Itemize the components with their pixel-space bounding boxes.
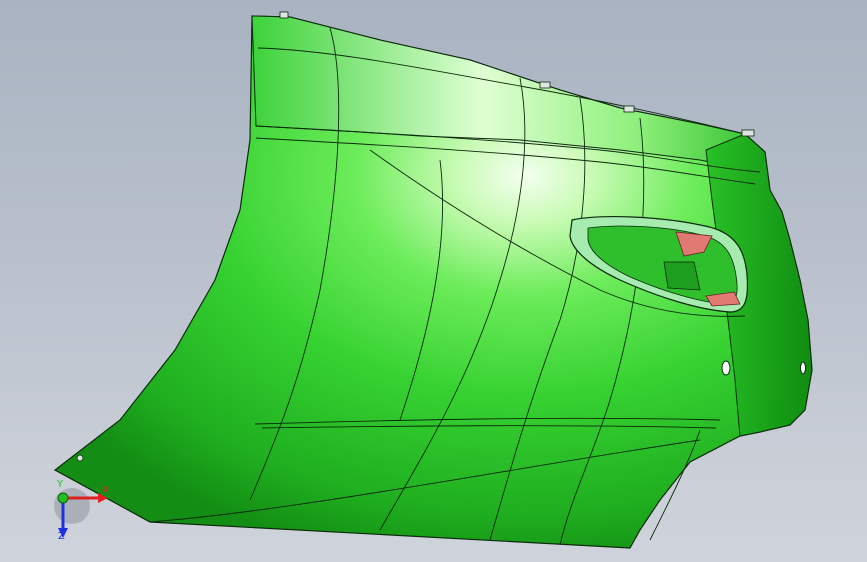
bumper-part-model[interactable] (0, 0, 867, 562)
triad-shadow (54, 488, 90, 524)
mounting-hole[interactable] (721, 360, 731, 376)
z-axis-label: Z (58, 531, 65, 542)
graphics-viewport[interactable]: X Y Z (0, 0, 867, 562)
mounting-hole[interactable] (800, 361, 806, 375)
y-axis-label: Y (57, 479, 64, 490)
x-axis-label: X (102, 485, 109, 496)
coordinate-triad: X Y Z (40, 480, 120, 550)
vent-bracket (663, 261, 701, 291)
y-axis-origin (57, 492, 69, 504)
